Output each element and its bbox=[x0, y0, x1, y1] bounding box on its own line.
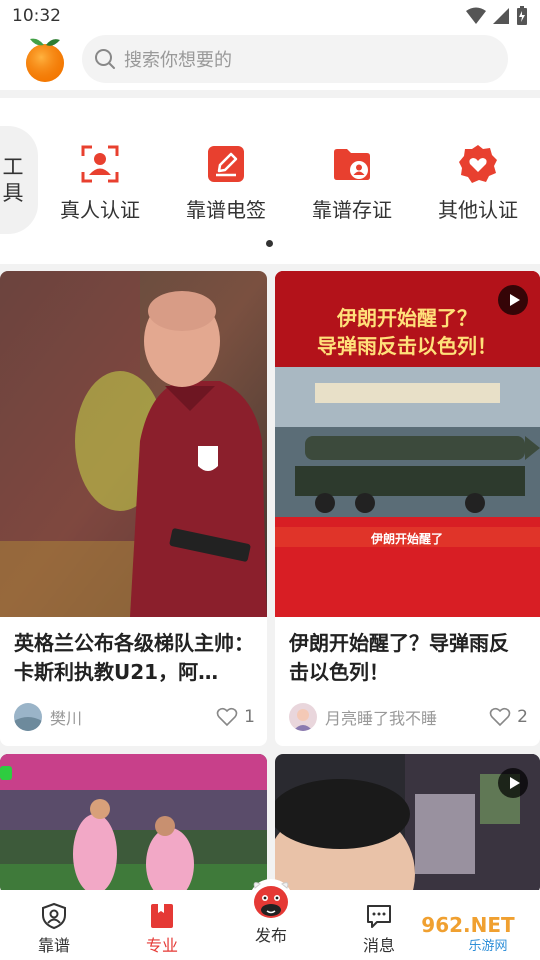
tool-e-sign[interactable]: 靠谱电签 bbox=[171, 144, 281, 223]
folder-user-icon bbox=[334, 149, 370, 180]
heart-icon bbox=[216, 707, 238, 727]
nav-item-zhuanye[interactable]: 专业 bbox=[122, 902, 202, 956]
like-count: 2 bbox=[517, 707, 528, 727]
battery-icon bbox=[517, 6, 527, 25]
watermark-logo: 962.NET 乐游网 bbox=[402, 908, 534, 954]
wifi-icon bbox=[466, 7, 486, 24]
thumb-headline-line: 伊朗开始醒了？ bbox=[336, 306, 477, 330]
tool-other-auth[interactable]: 其他认证 bbox=[423, 144, 533, 223]
watermark-text: 962.NET bbox=[421, 913, 515, 937]
chat-icon bbox=[367, 905, 391, 928]
card-image-coach bbox=[0, 271, 267, 617]
play-video-icon[interactable] bbox=[498, 285, 528, 315]
tool-label: 靠谱电签 bbox=[186, 198, 266, 222]
feed-card[interactable] bbox=[0, 754, 267, 894]
card-meta: 月亮睡了我不睡 2 bbox=[289, 702, 528, 732]
play-video-icon[interactable] bbox=[498, 768, 528, 798]
bull-mascot-icon bbox=[249, 879, 293, 923]
search-placeholder: 搜索你想要的 bbox=[124, 50, 232, 71]
card-title: 伊朗开始醒了？导弹雨反击以色列！ bbox=[289, 631, 509, 684]
orange-logo-icon bbox=[26, 38, 64, 82]
nav-label: 发布 bbox=[254, 926, 287, 945]
like-button[interactable]: 1 bbox=[216, 707, 255, 727]
card-image-missile: 伊朗开始醒了？ 导弹雨反击以色列！ 伊朗开始醒了 bbox=[275, 271, 540, 617]
feed-card[interactable]: 英格兰公布各级梯队主帅：卡斯利执教U21，阿… 樊川 1 bbox=[0, 271, 267, 746]
header: 搜索你想要的 bbox=[0, 32, 540, 90]
author-avatar bbox=[14, 703, 42, 731]
like-button[interactable]: 2 bbox=[489, 707, 528, 727]
tools-section: 工 具 真人认证 靠谱电签 靠谱存证 其他认证 bbox=[0, 98, 540, 264]
like-count: 1 bbox=[244, 707, 255, 727]
tool-label: 真人认证 bbox=[60, 198, 140, 222]
heart-icon bbox=[489, 707, 511, 727]
tool-evidence-storage[interactable]: 靠谱存证 bbox=[297, 144, 407, 223]
watermark-subtext: 乐游网 bbox=[468, 939, 507, 954]
status-bar: 10:32 bbox=[0, 0, 540, 32]
shield-user-icon bbox=[42, 902, 66, 930]
search-input[interactable]: 搜索你想要的 bbox=[82, 35, 508, 83]
nav-item-kaopu[interactable]: 靠谱 bbox=[14, 902, 94, 956]
author-name: 樊川 bbox=[50, 709, 83, 728]
nav-item-publish[interactable]: 发布 bbox=[231, 879, 311, 946]
search-icon bbox=[95, 49, 115, 69]
badge-heart-icon bbox=[459, 145, 497, 183]
author-avatar bbox=[289, 703, 317, 731]
author-name: 月亮睡了我不睡 bbox=[325, 709, 438, 728]
face-scan-icon bbox=[81, 145, 119, 183]
status-time: 10:32 bbox=[12, 6, 61, 26]
pen-sign-icon bbox=[208, 146, 244, 182]
thumb-headline-line: 导弹雨反击以色列！ bbox=[317, 334, 497, 358]
thumb-caption: 伊朗开始醒了 bbox=[370, 531, 443, 546]
tool-label: 其他认证 bbox=[438, 198, 518, 222]
feed-card[interactable]: 伊朗开始醒了？ 导弹雨反击以色列！ 伊朗开始醒了 伊朗开始醒了？导弹雨反击以色列… bbox=[275, 271, 540, 746]
nav-label: 靠谱 bbox=[37, 936, 70, 955]
tools-tab[interactable]: 工 具 bbox=[0, 126, 38, 234]
tools-tab-char: 工 bbox=[2, 155, 24, 179]
status-icons bbox=[466, 6, 528, 26]
carousel-indicator-dot bbox=[266, 240, 273, 247]
nav-label: 专业 bbox=[145, 936, 178, 955]
feed-card[interactable] bbox=[275, 754, 540, 894]
tool-real-person-auth[interactable]: 真人认证 bbox=[45, 144, 155, 223]
card-title: 英格兰公布各级梯队主帅：卡斯利执教U21，阿… bbox=[14, 631, 254, 684]
tools-tab-char: 具 bbox=[2, 181, 24, 205]
signal-icon bbox=[493, 8, 509, 24]
book-icon bbox=[151, 904, 173, 928]
tool-label: 靠谱存证 bbox=[312, 198, 392, 222]
card-meta: 樊川 1 bbox=[14, 702, 255, 732]
card-image-soccer bbox=[0, 754, 267, 894]
